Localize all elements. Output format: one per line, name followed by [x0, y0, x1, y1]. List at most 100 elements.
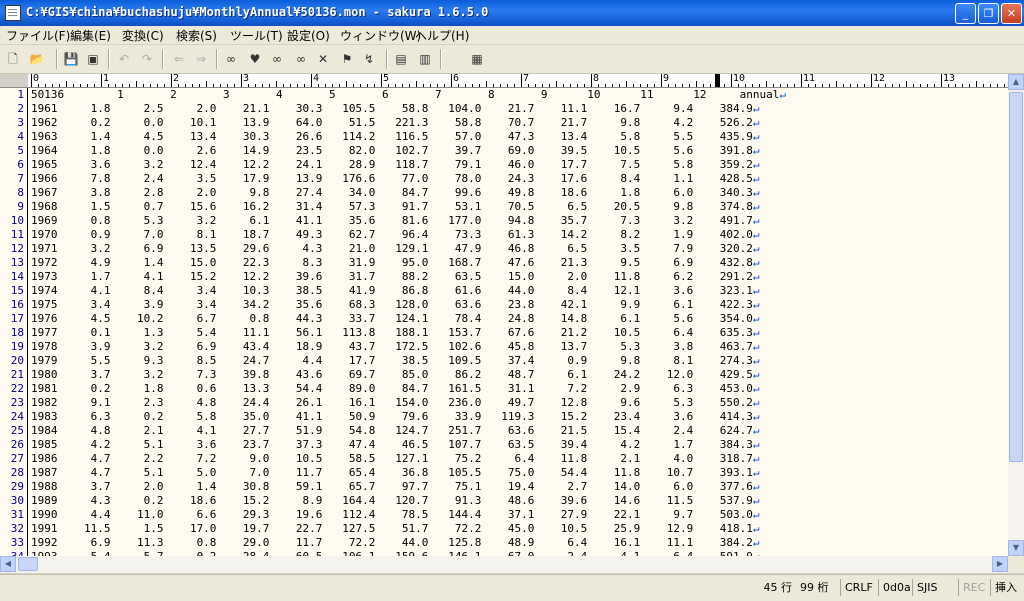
search-prev-icon[interactable]: ♥ — [246, 50, 264, 68]
text-line[interactable]: 20 1979 5.5 9.3 8.5 24.7 4.4 17.7 38.5 10… — [0, 354, 1008, 368]
grep-icon[interactable]: ⚑ — [338, 50, 356, 68]
status-encoding[interactable]: SJIS — [912, 579, 958, 596]
text-line[interactable]: 29 1988 3.7 2.0 1.4 30.8 59.1 65.7 97.7 7… — [0, 480, 1008, 494]
text-line[interactable]: 27 1986 4.7 2.2 7.2 9.0 10.5 58.5 127.1 7… — [0, 452, 1008, 466]
line-break-icon: ↵ — [752, 186, 760, 199]
ruler-tick — [311, 74, 312, 87]
text-line[interactable]: 11 1970 0.9 7.0 8.1 18.7 49.3 62.7 96.4 7… — [0, 228, 1008, 242]
menu-search[interactable]: 検索(S) — [176, 27, 217, 44]
mark-clear-icon[interactable]: ✕ — [314, 50, 332, 68]
ruler-tick — [38, 84, 39, 87]
ruler-tick — [206, 81, 207, 87]
text-line[interactable]: 9 1968 1.5 0.7 15.6 16.2 31.4 57.3 91.7 5… — [0, 200, 1008, 214]
ruler-tick — [73, 84, 74, 87]
ruler-label: 1 — [103, 74, 110, 84]
search-icon[interactable]: ∞ — [222, 50, 240, 68]
ruler-tick — [220, 84, 221, 87]
search-next-icon[interactable]: ∞ — [268, 50, 286, 68]
text-line[interactable]: 30 1989 4.3 0.2 18.6 15.2 8.9 164.4 120.7… — [0, 494, 1008, 508]
text-line[interactable]: 1 50136 1 2 3 4 5 6 7 8 9 10 11 12 annual… — [0, 88, 1008, 102]
ruler-tick — [780, 84, 781, 87]
text-line[interactable]: 18 1977 0.1 1.3 5.4 11.1 56.1 113.8 188.1… — [0, 326, 1008, 340]
line-break-icon: ↵ — [752, 270, 760, 283]
scroll-right-button[interactable]: ▶ — [992, 556, 1008, 572]
new-file-icon[interactable]: 🗋 — [4, 50, 22, 68]
menu-edit[interactable]: 編集(E) — [70, 27, 111, 44]
ruler-tick — [549, 84, 550, 87]
status-column: 99 桁 — [800, 581, 829, 594]
text-line[interactable]: 22 1981 0.2 1.8 0.6 13.3 54.4 89.0 84.7 1… — [0, 382, 1008, 396]
text-line[interactable]: 5 1964 1.8 0.0 2.6 14.9 23.5 82.0 102.7 3… — [0, 144, 1008, 158]
line-number: 33 — [10, 536, 24, 549]
vertical-scrollbar[interactable]: ▲ ▼ — [1008, 74, 1024, 556]
jump-back-icon[interactable]: ⇐ — [170, 50, 188, 68]
settings-icon[interactable]: ▥ — [416, 50, 434, 68]
text-line[interactable]: 12 1971 3.2 6.9 13.5 29.6 4.3 21.0 129.1 … — [0, 242, 1008, 256]
text-line[interactable]: 14 1973 1.7 4.1 15.2 12.2 39.6 31.7 88.2 … — [0, 270, 1008, 284]
replace-icon[interactable]: ∞ — [292, 50, 310, 68]
text-line[interactable]: 21 1980 3.7 3.2 7.3 39.8 43.6 69.7 85.0 8… — [0, 368, 1008, 382]
notepad-app-icon[interactable] — [5, 5, 21, 21]
line-number: 6 — [17, 158, 24, 171]
menu-file[interactable]: ファイル(F) — [6, 27, 70, 44]
menu-window[interactable]: ウィンドウ(W) — [340, 27, 421, 44]
ruler-corner — [0, 74, 28, 88]
undo-icon[interactable]: ↶ — [115, 50, 133, 68]
line-number: 7 — [17, 172, 24, 185]
vertical-scroll-thumb[interactable] — [1009, 92, 1023, 462]
redo-icon[interactable]: ↷ — [138, 50, 156, 68]
text-line[interactable]: 24 1983 6.3 0.2 5.8 35.0 41.1 50.9 79.6 3… — [0, 410, 1008, 424]
horizontal-scrollbar[interactable]: ◀ ▶ — [0, 556, 1008, 573]
text-line[interactable]: 26 1985 4.2 5.1 3.6 23.7 37.3 47.4 46.5 1… — [0, 438, 1008, 452]
ruler-label: 7 — [523, 74, 530, 84]
outline-icon[interactable]: ↯ — [360, 50, 378, 68]
status-mode[interactable]: 挿入 — [990, 579, 1024, 596]
text-line[interactable]: 3 1962 0.2 0.0 10.1 13.9 64.0 51.5 221.3 … — [0, 116, 1008, 130]
minimize-button[interactable]: _ — [955, 3, 976, 24]
text-line[interactable]: 33 1992 6.9 11.3 0.8 29.0 11.7 72.2 44.0 … — [0, 536, 1008, 550]
text-line[interactable]: 8 1967 3.8 2.8 2.0 9.8 27.4 34.0 84.7 99.… — [0, 186, 1008, 200]
font-settings-icon[interactable]: ▦ — [468, 50, 486, 68]
compare-icon[interactable]: ▤ — [392, 50, 410, 68]
ruler-tick — [745, 84, 746, 87]
menu-help[interactable]: ヘルプ(H) — [415, 27, 469, 44]
toolbar-separator — [216, 49, 218, 69]
text-line[interactable]: 7 1966 7.8 2.4 3.5 17.9 13.9 176.6 77.0 7… — [0, 172, 1008, 186]
close-button[interactable]: ✕ — [1001, 3, 1022, 24]
text-line[interactable]: 10 1969 0.8 5.3 3.2 6.1 41.1 35.6 81.6 17… — [0, 214, 1008, 228]
text-line[interactable]: 4 1963 1.4 4.5 13.4 30.3 26.6 114.2 116.5… — [0, 130, 1008, 144]
menu-convert[interactable]: 変換(C) — [122, 27, 164, 44]
save-icon[interactable]: 💾 — [62, 50, 80, 68]
scroll-left-button[interactable]: ◀ — [0, 556, 16, 572]
text-line[interactable]: 25 1984 4.8 2.1 4.1 27.7 51.9 54.8 124.7 … — [0, 424, 1008, 438]
save-all-icon[interactable]: ▣ — [84, 50, 102, 68]
text-line[interactable]: 17 1976 4.5 10.2 6.7 0.8 44.3 33.7 124.1 … — [0, 312, 1008, 326]
text-line[interactable]: 13 1972 4.9 1.4 15.0 22.3 8.3 31.9 95.0 1… — [0, 256, 1008, 270]
text-line[interactable]: 19 1978 3.9 3.2 6.9 43.4 18.9 43.7 172.5 … — [0, 340, 1008, 354]
open-file-icon[interactable]: 📂 — [28, 50, 46, 68]
ruler-tick — [346, 81, 347, 87]
menu-tools[interactable]: ツール(T) — [230, 27, 283, 44]
ruler-tick — [451, 74, 452, 87]
ruler-tick — [304, 84, 305, 87]
jump-forward-icon[interactable]: ⇒ — [192, 50, 210, 68]
text-line[interactable]: 31 1990 4.4 11.0 6.6 29.3 19.6 112.4 78.5… — [0, 508, 1008, 522]
line-break-icon: ↵ — [752, 284, 760, 297]
text-line[interactable]: 28 1987 4.7 5.1 5.0 7.0 11.7 65.4 36.8 10… — [0, 466, 1008, 480]
text-line[interactable]: 2 1961 1.8 2.5 2.0 21.1 30.3 105.5 58.8 1… — [0, 102, 1008, 116]
menu-settings[interactable]: 設定(O) — [287, 27, 330, 44]
text-line[interactable]: 6 1965 3.6 3.2 12.4 12.2 24.1 28.9 118.7 … — [0, 158, 1008, 172]
text-line[interactable]: 16 1975 3.4 3.9 3.4 34.2 35.6 68.3 128.0 … — [0, 298, 1008, 312]
ruler-tick — [955, 84, 956, 87]
text-line[interactable]: 32 1991 11.5 1.5 17.0 19.7 22.7 127.5 51.… — [0, 522, 1008, 536]
scroll-down-button[interactable]: ▼ — [1008, 540, 1024, 556]
text-editor[interactable]: 1 50136 1 2 3 4 5 6 7 8 9 10 11 12 annual… — [0, 88, 1008, 556]
status-eol[interactable]: CRLF — [840, 579, 878, 596]
text-line[interactable]: 23 1982 9.1 2.3 4.8 24.4 26.1 16.1 154.0 … — [0, 396, 1008, 410]
text-line[interactable]: 15 1974 4.1 8.4 3.4 10.3 38.5 41.9 86.8 6… — [0, 284, 1008, 298]
ruler-tick — [668, 84, 669, 87]
maximize-button[interactable]: ❐ — [978, 3, 999, 24]
scroll-up-button[interactable]: ▲ — [1008, 74, 1024, 90]
line-number: 28 — [10, 466, 24, 479]
horizontal-scroll-thumb[interactable] — [18, 557, 38, 571]
